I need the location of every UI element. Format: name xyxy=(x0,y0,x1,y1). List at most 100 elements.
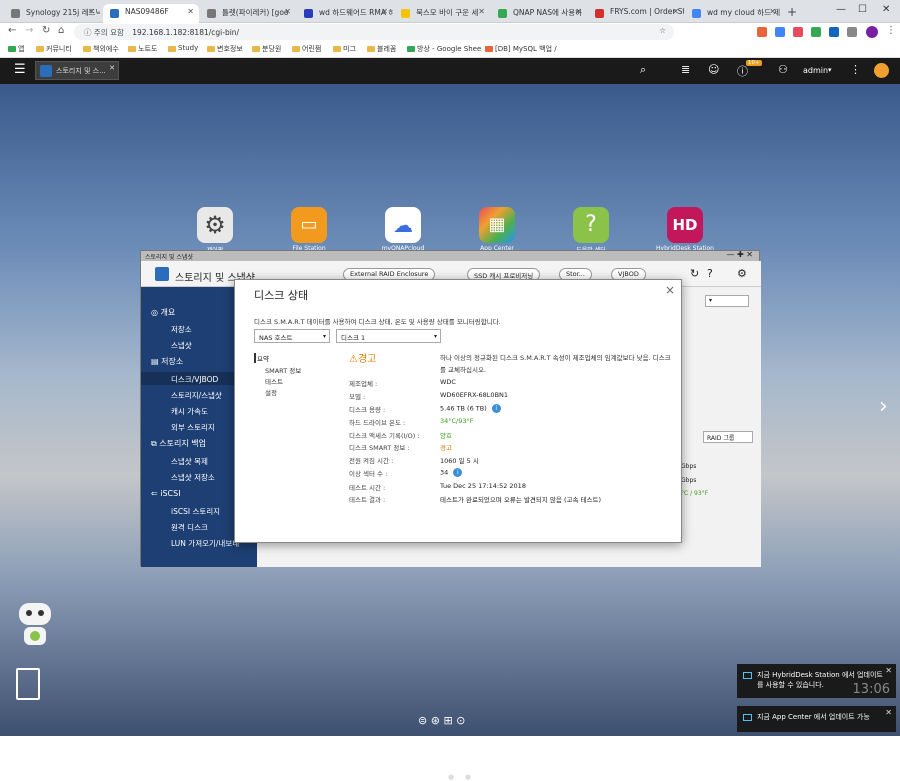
browser-tab[interactable]: Synology 215j 레드닉 ✕ xyxy=(4,4,100,23)
bookmark-item[interactable]: 변호정보 xyxy=(207,44,243,54)
bookmark-item[interactable]: 책외에수 xyxy=(83,44,119,54)
dialog-nav-smart[interactable]: SMART 정보 xyxy=(265,365,301,375)
sidebar-section-storage[interactable]: ▤ 저장소 xyxy=(151,356,183,367)
browser-tab[interactable]: wd my cloud 하드 제 ✕ xyxy=(685,4,781,23)
info-icon[interactable]: i xyxy=(453,468,463,477)
extension-icon[interactable] xyxy=(847,27,857,37)
tab-close-icon[interactable]: ✕ xyxy=(88,7,95,16)
browser-tab[interactable]: QNAP NAS에 사용하 ✕ xyxy=(491,4,587,23)
taskbar-app-storage[interactable]: 스토리지 및 스... ✕ xyxy=(35,61,119,80)
app-center-icon[interactable]: ▦ xyxy=(479,207,515,243)
settings-gear-icon[interactable]: ⚙ xyxy=(737,267,747,280)
dialog-nav-summary[interactable]: 요약 xyxy=(257,353,269,363)
hamburger-menu-icon[interactable]: ☰ xyxy=(14,62,26,77)
bookmark-item[interactable]: 어린쩜 xyxy=(292,44,321,54)
sidebar-item[interactable]: 캐시 가속도 xyxy=(171,406,208,417)
sidebar-item[interactable]: 스냅샷 xyxy=(171,340,192,351)
address-bar[interactable]: ⓘ 주의 요함 192.168.1.182:8181/cgi-bin/ ☆ xyxy=(74,24,674,40)
browser-tab[interactable]: FRYS.com | Order Sta ✕ xyxy=(588,4,684,23)
extension-icon[interactable] xyxy=(757,27,767,37)
background-tasks-icon[interactable]: ≣ xyxy=(681,63,690,76)
taskbar-close-icon[interactable]: ✕ xyxy=(109,64,115,72)
trash-icon[interactable] xyxy=(16,668,40,700)
sidebar-item[interactable]: 스냅샷 저장소 xyxy=(171,472,215,483)
sidebar-section-iscsi[interactable]: ⇐ iSCSI xyxy=(151,489,181,498)
window-controls[interactable]: — ✚ ✕ xyxy=(727,250,754,259)
sidebar-item[interactable]: 원격 디스크 xyxy=(171,522,208,533)
bookmark-item[interactable]: 블레꼼 xyxy=(367,44,396,54)
info-icon[interactable]: i xyxy=(491,404,501,413)
tab-close-icon[interactable]: ✕ xyxy=(769,7,776,16)
maximize-icon[interactable]: ☐ xyxy=(858,4,867,15)
minimize-icon[interactable]: — xyxy=(836,4,846,15)
sidebar-item-active[interactable]: 디스크/VJBOD xyxy=(171,374,218,385)
search-icon[interactable]: ⌕ xyxy=(640,63,646,77)
menu-dots-icon[interactable]: ⋮ xyxy=(886,25,896,36)
page-dot[interactable]: ● xyxy=(448,773,454,781)
sidebar-item[interactable]: 외부 스토리지 xyxy=(171,422,215,433)
sidebar-section-backup[interactable]: ⧉ 스토리지 백업 xyxy=(151,438,206,449)
tab-close-icon[interactable]: ✕ xyxy=(478,7,485,16)
sidebar-item[interactable]: 스토리지/스냅샷 xyxy=(171,390,222,401)
extension-icon[interactable] xyxy=(829,27,839,37)
control-panel-icon[interactable]: ⚙ xyxy=(197,207,233,243)
help-icon[interactable]: ? xyxy=(707,267,713,280)
close-window-icon[interactable]: ✕ xyxy=(882,4,890,15)
tab-close-icon[interactable]: ✕ xyxy=(672,7,679,16)
bookmark-item[interactable]: 노트도 xyxy=(128,44,157,54)
sidebar-item[interactable]: 저장소 xyxy=(171,324,192,335)
sidebar-section-overview[interactable]: ◎ 개요 xyxy=(151,307,175,318)
refresh-icon[interactable]: ↻ xyxy=(690,267,699,280)
notification-toast[interactable]: 지금 App Center 에서 업데이트 가능 ✕ xyxy=(737,706,896,732)
tab-close-icon[interactable]: ✕ xyxy=(284,7,291,16)
bookmark-item[interactable]: 방상 - Google Shee xyxy=(407,44,481,54)
extension-icon[interactable] xyxy=(811,27,821,37)
notification-toast[interactable]: 지금 HybridDesk Station 에서 업데이트 를 사용할 수 있습… xyxy=(737,664,896,698)
qnap-robot-icon[interactable] xyxy=(14,601,56,653)
reload-icon[interactable]: ↻ xyxy=(42,25,50,36)
bookmark-item[interactable]: Study xyxy=(168,44,198,52)
host-select[interactable]: NAS 호스트 ▾ xyxy=(254,329,330,343)
browser-tab-active[interactable]: NAS09486F ✕ xyxy=(103,4,199,23)
forward-icon[interactable]: → xyxy=(25,25,33,36)
browser-tab[interactable]: 틀렛(파이레커) [goo ✕ xyxy=(200,4,296,23)
extension-icon[interactable] xyxy=(793,27,803,37)
hybriddesk-station-icon[interactable]: HD xyxy=(667,207,703,243)
dialog-nav-test[interactable]: 테스트 xyxy=(265,376,283,386)
external-devices-icon[interactable]: ☺ xyxy=(708,63,719,76)
close-icon[interactable]: ✕ xyxy=(885,666,892,675)
sidebar-item[interactable]: 스냅샷 복제 xyxy=(171,456,208,467)
dock-app-icon[interactable]: ⊜ xyxy=(418,714,427,727)
tab-close-icon[interactable]: ✕ xyxy=(187,7,194,16)
back-icon[interactable]: ← xyxy=(8,25,16,36)
browser-tab[interactable]: 북스모 바이 구운 세 ✕ xyxy=(394,4,490,23)
bookmark-item[interactable]: 미그 xyxy=(333,44,356,54)
user-menu[interactable]: admin xyxy=(803,66,828,75)
profile-avatar[interactable] xyxy=(866,26,878,38)
dock-app-icon[interactable]: ⊞ xyxy=(443,714,452,727)
info-icon[interactable]: ⓘ xyxy=(84,28,92,37)
dock-app-icon[interactable]: ⊙ xyxy=(456,714,465,727)
page-dot[interactable]: ● xyxy=(465,773,471,781)
browser-tab[interactable]: wd 하드웨어드 RMA 하 ✕ xyxy=(297,4,393,23)
next-page-arrow-icon[interactable]: › xyxy=(879,394,888,419)
new-tab-icon[interactable]: + xyxy=(787,5,797,19)
bookmark-item[interactable]: 분당원 xyxy=(252,44,281,54)
disk-select[interactable]: 디스크 1 ▾ xyxy=(336,329,441,343)
extension-icon[interactable] xyxy=(775,27,785,37)
dashboard-icon[interactable] xyxy=(874,63,889,78)
more-options-icon[interactable]: ⋮ xyxy=(850,63,861,76)
raid-group-select[interactable]: RAID 그룹 xyxy=(703,431,753,443)
url-text[interactable]: 192.168.1.182:8181/cgi-bin/ xyxy=(132,28,239,37)
close-icon[interactable]: ✕ xyxy=(885,708,892,717)
home-icon[interactable]: ⌂ xyxy=(58,25,64,36)
bookmark-item[interactable]: 커뮤니티 xyxy=(36,44,72,54)
tab-close-icon[interactable]: ✕ xyxy=(381,7,388,16)
myqnapcloud-icon[interactable]: ☁ xyxy=(385,207,421,243)
close-icon[interactable]: × xyxy=(665,283,675,297)
tab-close-icon[interactable]: ✕ xyxy=(575,7,582,16)
help-center-icon[interactable]: ? xyxy=(573,207,609,243)
bookmark-item[interactable]: [DB] MySQL 백업 / xyxy=(485,44,557,54)
sidebar-item[interactable]: LUN 가져오기/내보내 xyxy=(171,538,239,549)
sidebar-item[interactable]: iSCSI 스토리지 xyxy=(171,506,220,517)
